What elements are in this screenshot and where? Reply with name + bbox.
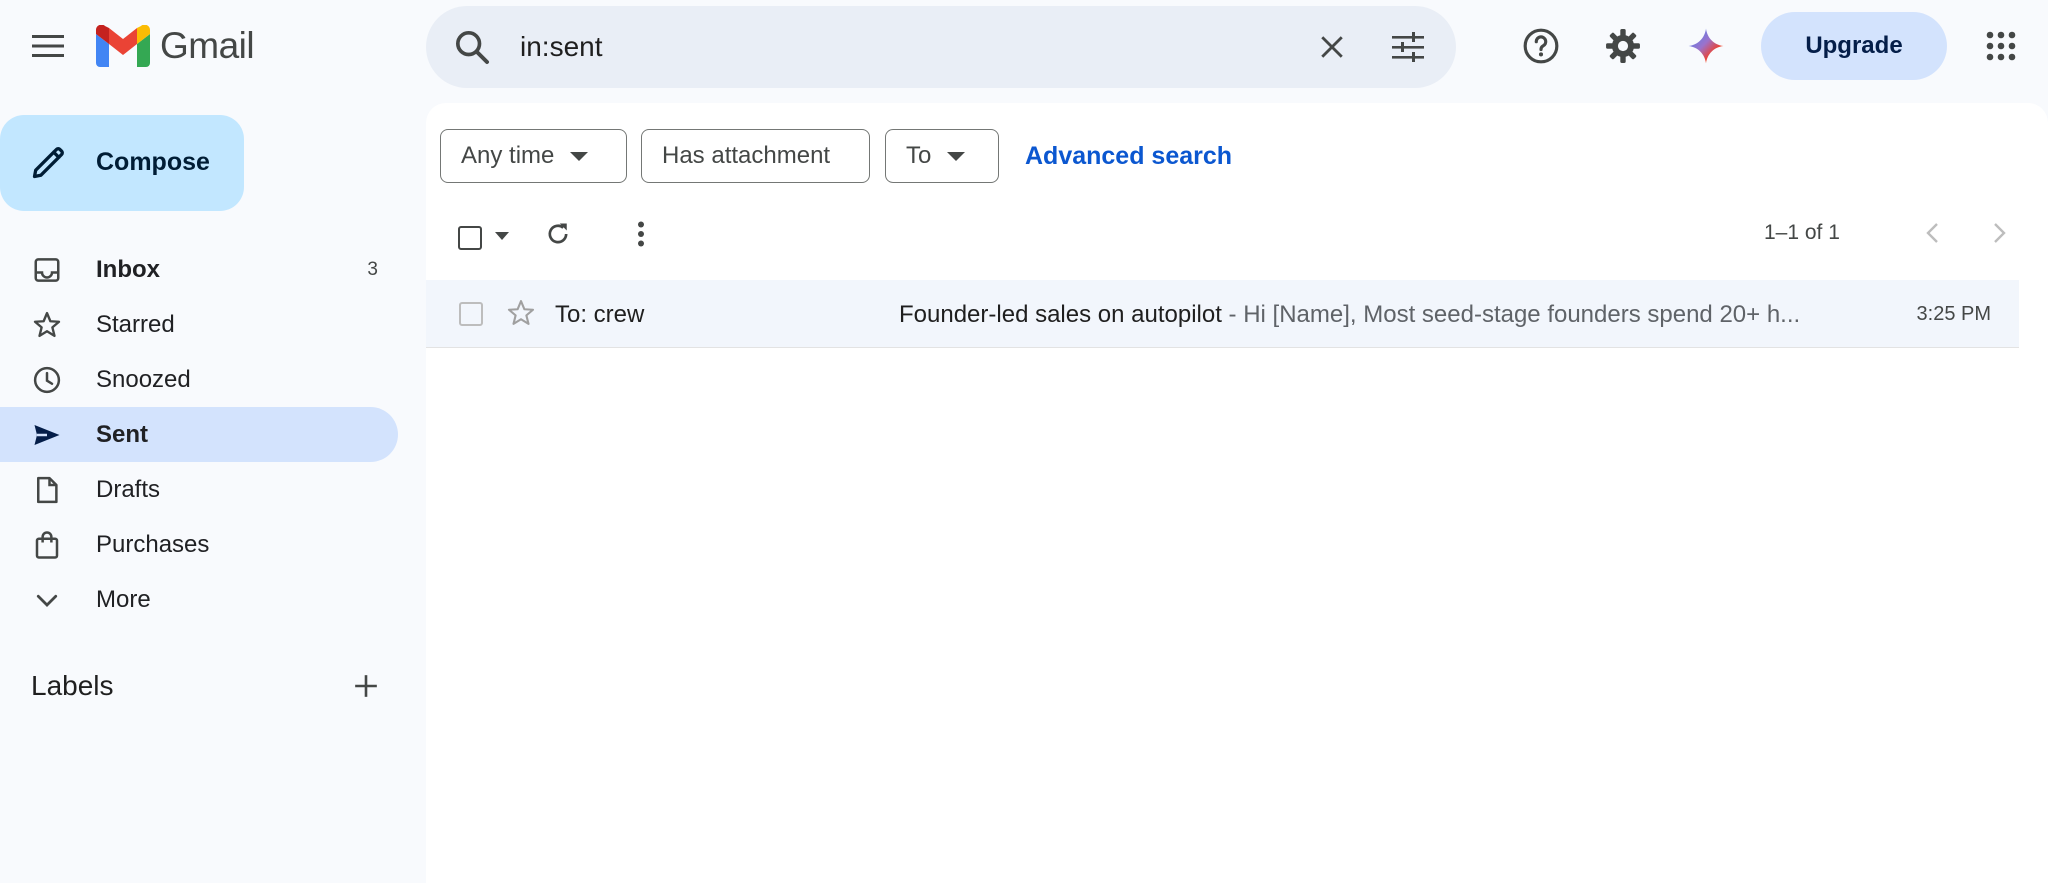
main-menu-button[interactable]: [22, 20, 74, 72]
to-filter[interactable]: To: [885, 129, 999, 183]
apps-grid-icon: [1986, 31, 2016, 61]
sidebar-item-sent[interactable]: Sent: [0, 407, 398, 462]
has-attachment-filter[interactable]: Has attachment: [641, 129, 870, 183]
advanced-search-link[interactable]: Advanced search: [1025, 142, 1232, 171]
chevron-down-icon: [36, 594, 58, 607]
top-bar: Gmail in:sent Upgrade: [0, 0, 2048, 92]
gemini-sparkle-icon: [1688, 28, 1724, 64]
sidebar-item-inbox[interactable]: Inbox 3: [0, 242, 398, 297]
sidebar: Compose Inbox 3 Starred Snoozed Sent Dra…: [0, 92, 426, 883]
sidebar-item-label: More: [96, 586, 151, 613]
clock-icon: [33, 366, 61, 394]
gmail-logo[interactable]: Gmail: [96, 22, 255, 70]
tune-icon: [1392, 32, 1424, 62]
close-icon: [1321, 36, 1343, 58]
compose-button[interactable]: Compose: [0, 115, 244, 211]
list-toolbar: 1–1 of 1: [426, 203, 2048, 263]
gear-icon: [1606, 29, 1640, 63]
main-panel: Any time Has attachment To Advanced sear…: [426, 103, 2048, 883]
older-button[interactable]: [1974, 207, 2026, 259]
email-row-checkbox[interactable]: [459, 302, 483, 326]
email-subject-line: Founder-led sales on autopilot - Hi [Nam…: [899, 301, 1849, 329]
sidebar-item-snoozed[interactable]: Snoozed: [0, 352, 398, 407]
email-time: 3:25 PM: [1916, 303, 1991, 325]
chevron-left-icon: [1926, 223, 1938, 243]
app-name: Gmail: [160, 25, 255, 66]
sidebar-nav: Inbox 3 Starred Snoozed Sent Drafts Purc…: [0, 242, 426, 627]
plus-icon: [355, 675, 377, 697]
sidebar-item-drafts[interactable]: Drafts: [0, 462, 398, 517]
refresh-icon: [548, 223, 568, 244]
more-options-button[interactable]: [619, 212, 663, 256]
search-icon[interactable]: [452, 27, 492, 67]
sidebar-item-purchases[interactable]: Purchases: [0, 517, 398, 572]
labels-heading: Labels: [31, 670, 114, 701]
has-attachment-label: Has attachment: [662, 142, 831, 169]
send-icon: [34, 425, 60, 445]
sidebar-item-label: Drafts: [96, 476, 161, 503]
search-bar[interactable]: [426, 6, 1456, 88]
help-button[interactable]: [1515, 20, 1567, 72]
upgrade-button[interactable]: Upgrade: [1761, 12, 1947, 80]
email-sender: To: crew: [555, 301, 645, 328]
compose-label: Compose: [96, 148, 210, 176]
dropdown-arrow-icon: [570, 151, 589, 161]
to-label: To: [906, 142, 932, 169]
hamburger-icon: [32, 35, 64, 57]
pagination-text: 1–1 of 1: [1764, 221, 1840, 244]
draft-icon: [37, 476, 58, 504]
any-time-label: Any time: [461, 142, 555, 169]
gmail-m-icon: [96, 25, 150, 67]
sidebar-item-label: Sent: [96, 421, 149, 448]
any-time-filter[interactable]: Any time: [440, 129, 627, 183]
create-label-button[interactable]: [340, 660, 392, 712]
star-icon[interactable]: [506, 298, 536, 328]
dropdown-arrow-icon: [947, 151, 966, 161]
chevron-right-icon: [1994, 223, 2006, 243]
more-vert-icon: [638, 221, 644, 247]
settings-button[interactable]: [1597, 20, 1649, 72]
refresh-button[interactable]: [536, 212, 580, 256]
star-icon: [33, 311, 61, 338]
email-snippet: - Hi [Name], Most seed-stage founders sp…: [1221, 301, 1801, 328]
inbox-icon: [34, 258, 60, 282]
select-dropdown-icon[interactable]: [494, 231, 510, 241]
sidebar-item-more[interactable]: More: [0, 572, 398, 627]
shopping-bag-icon: [35, 531, 59, 559]
pencil-icon: [32, 147, 64, 179]
email-subject: Founder-led sales on autopilot: [899, 301, 1222, 328]
email-row[interactable]: To: crew Founder-led sales on autopilot …: [426, 280, 2019, 348]
sidebar-item-label: Purchases: [96, 531, 210, 558]
search-options-button[interactable]: [1382, 21, 1434, 73]
sidebar-item-label: Snoozed: [96, 366, 191, 393]
help-icon: [1523, 28, 1559, 64]
sidebar-item-label: Inbox: [96, 256, 160, 283]
select-all-checkbox[interactable]: [458, 226, 482, 250]
clear-search-button[interactable]: [1306, 21, 1358, 73]
apps-button[interactable]: [1975, 20, 2027, 72]
unread-count: 3: [367, 259, 378, 280]
newer-button[interactable]: [1906, 207, 1958, 259]
gemini-button[interactable]: [1680, 20, 1732, 72]
search-input[interactable]: [520, 24, 1320, 70]
sidebar-item-label: Starred: [96, 311, 175, 338]
sidebar-item-starred[interactable]: Starred: [0, 297, 398, 352]
